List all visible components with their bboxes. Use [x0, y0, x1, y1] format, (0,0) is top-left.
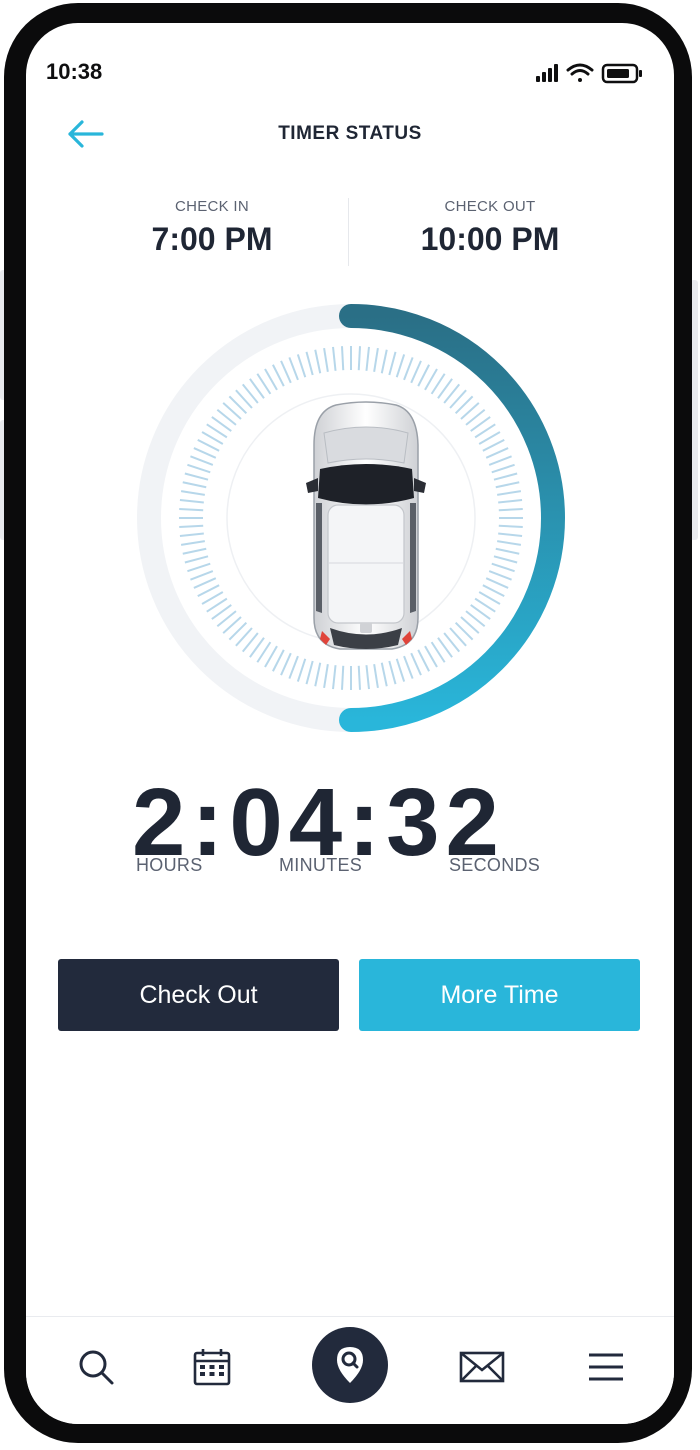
dial-tick	[498, 524, 523, 529]
seconds-label: SECONDS	[449, 855, 541, 875]
dial-tick	[340, 346, 345, 371]
check-out-label: CHECK OUT	[444, 198, 536, 215]
tab-menu[interactable]	[566, 1317, 646, 1417]
phone-frame: 10:38 TIMER STATUS CHECK IN 7:00 PM CHEC…	[4, 3, 692, 1443]
dial-tick	[340, 665, 345, 690]
bottom-tab-bar	[26, 1316, 674, 1424]
menu-icon	[589, 1353, 623, 1381]
tab-calendar[interactable]	[172, 1317, 252, 1417]
dial-tick	[179, 507, 204, 512]
tab-search[interactable]	[56, 1317, 136, 1417]
dial-tick	[357, 665, 362, 690]
app-screen: 10:38 TIMER STATUS CHECK IN 7:00 PM CHEC…	[26, 23, 674, 1424]
mail-icon	[459, 1351, 505, 1383]
status-time: 10:38	[46, 59, 103, 84]
status-icons	[530, 61, 650, 85]
dial-tick	[179, 524, 204, 529]
status-bar: 10:38	[26, 23, 674, 113]
check-in-label: CHECK IN	[174, 198, 250, 215]
location-search-icon	[312, 1327, 388, 1403]
tab-locate[interactable]	[310, 1325, 390, 1405]
car-image	[306, 401, 426, 650]
check-out-button[interactable]: Check Out	[58, 959, 339, 1031]
check-out-time: 10:00 PM	[420, 221, 560, 257]
check-in-block: CHECK IN 7:00 PM	[62, 198, 362, 258]
check-in-time: 7:00 PM	[151, 221, 273, 257]
search-icon	[79, 1350, 114, 1385]
schedule-times: CHECK IN 7:00 PM CHECK OUT 10:00 PM	[26, 198, 674, 278]
page-header: TIMER STATUS	[26, 113, 674, 173]
tab-messages[interactable]	[442, 1317, 522, 1417]
dial-tick	[357, 346, 362, 371]
page-title: TIMER STATUS	[278, 123, 422, 144]
hours-label: HOURS	[136, 855, 203, 875]
dial-tick	[498, 507, 523, 512]
countdown: 2:04:32	[26, 768, 674, 908]
calendar-icon	[193, 1349, 231, 1386]
battery-icon	[601, 63, 642, 84]
timer-dial	[126, 293, 576, 743]
signal-icon	[536, 64, 558, 82]
minutes-label: MINUTES	[279, 855, 363, 875]
more-time-button[interactable]: More Time	[359, 959, 640, 1031]
wifi-icon	[566, 63, 594, 82]
check-out-block: CHECK OUT 10:00 PM	[340, 198, 640, 258]
